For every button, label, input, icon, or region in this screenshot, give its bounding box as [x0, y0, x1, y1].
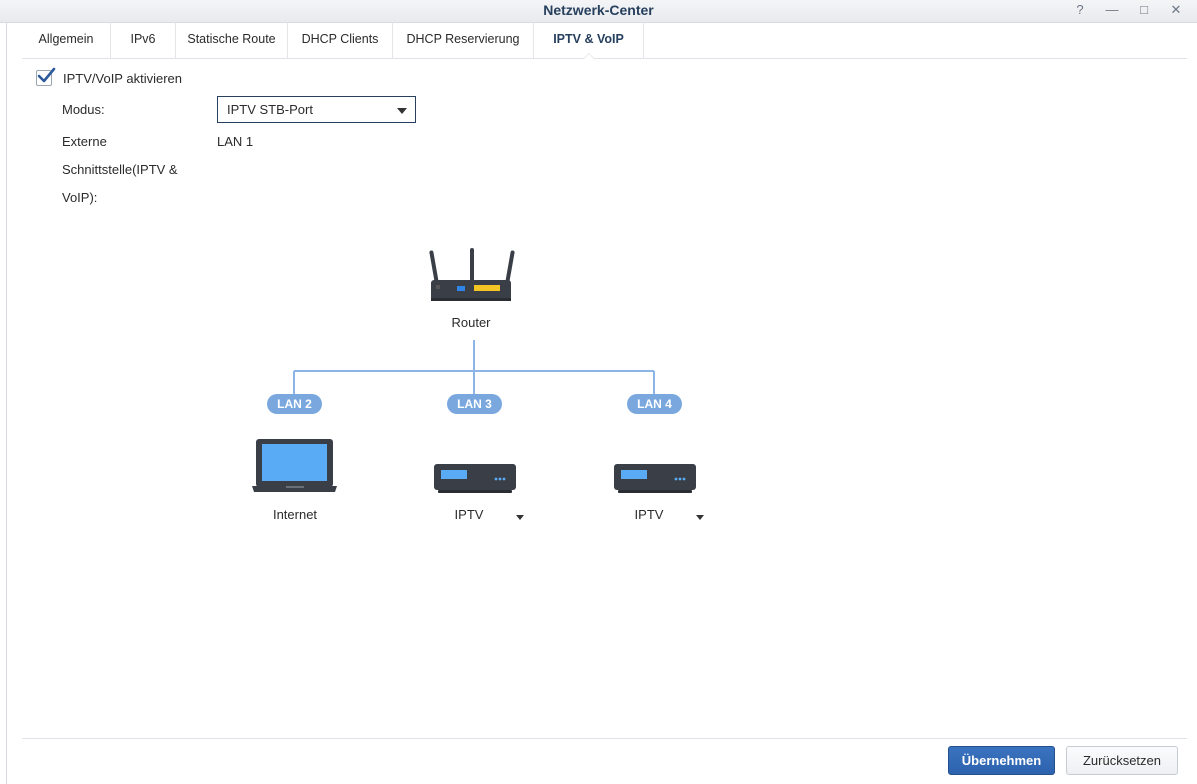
apply-button[interactable]: Übernehmen	[948, 746, 1055, 775]
device-label-internet: Internet	[272, 507, 318, 522]
settop-box-icon	[434, 464, 516, 493]
settop-box-icon	[614, 464, 696, 493]
router-label: Router	[451, 315, 491, 330]
port-badge-lan4: LAN 4	[627, 394, 682, 414]
laptop-icon	[252, 439, 337, 492]
router-icon	[429, 248, 515, 301]
chevron-down-icon[interactable]	[696, 515, 704, 520]
port-badge-lan2: LAN 2	[267, 394, 322, 414]
connection-lines	[293, 340, 655, 396]
port-badge-lan3: LAN 3	[447, 394, 502, 414]
device-select-lan3[interactable]: IPTV	[429, 507, 509, 522]
network-diagram	[252, 248, 696, 493]
chevron-down-icon[interactable]	[516, 515, 524, 520]
device-select-lan4[interactable]: IPTV	[609, 507, 689, 522]
reset-button[interactable]: Zurücksetzen	[1066, 746, 1178, 775]
footer-divider	[22, 738, 1187, 739]
